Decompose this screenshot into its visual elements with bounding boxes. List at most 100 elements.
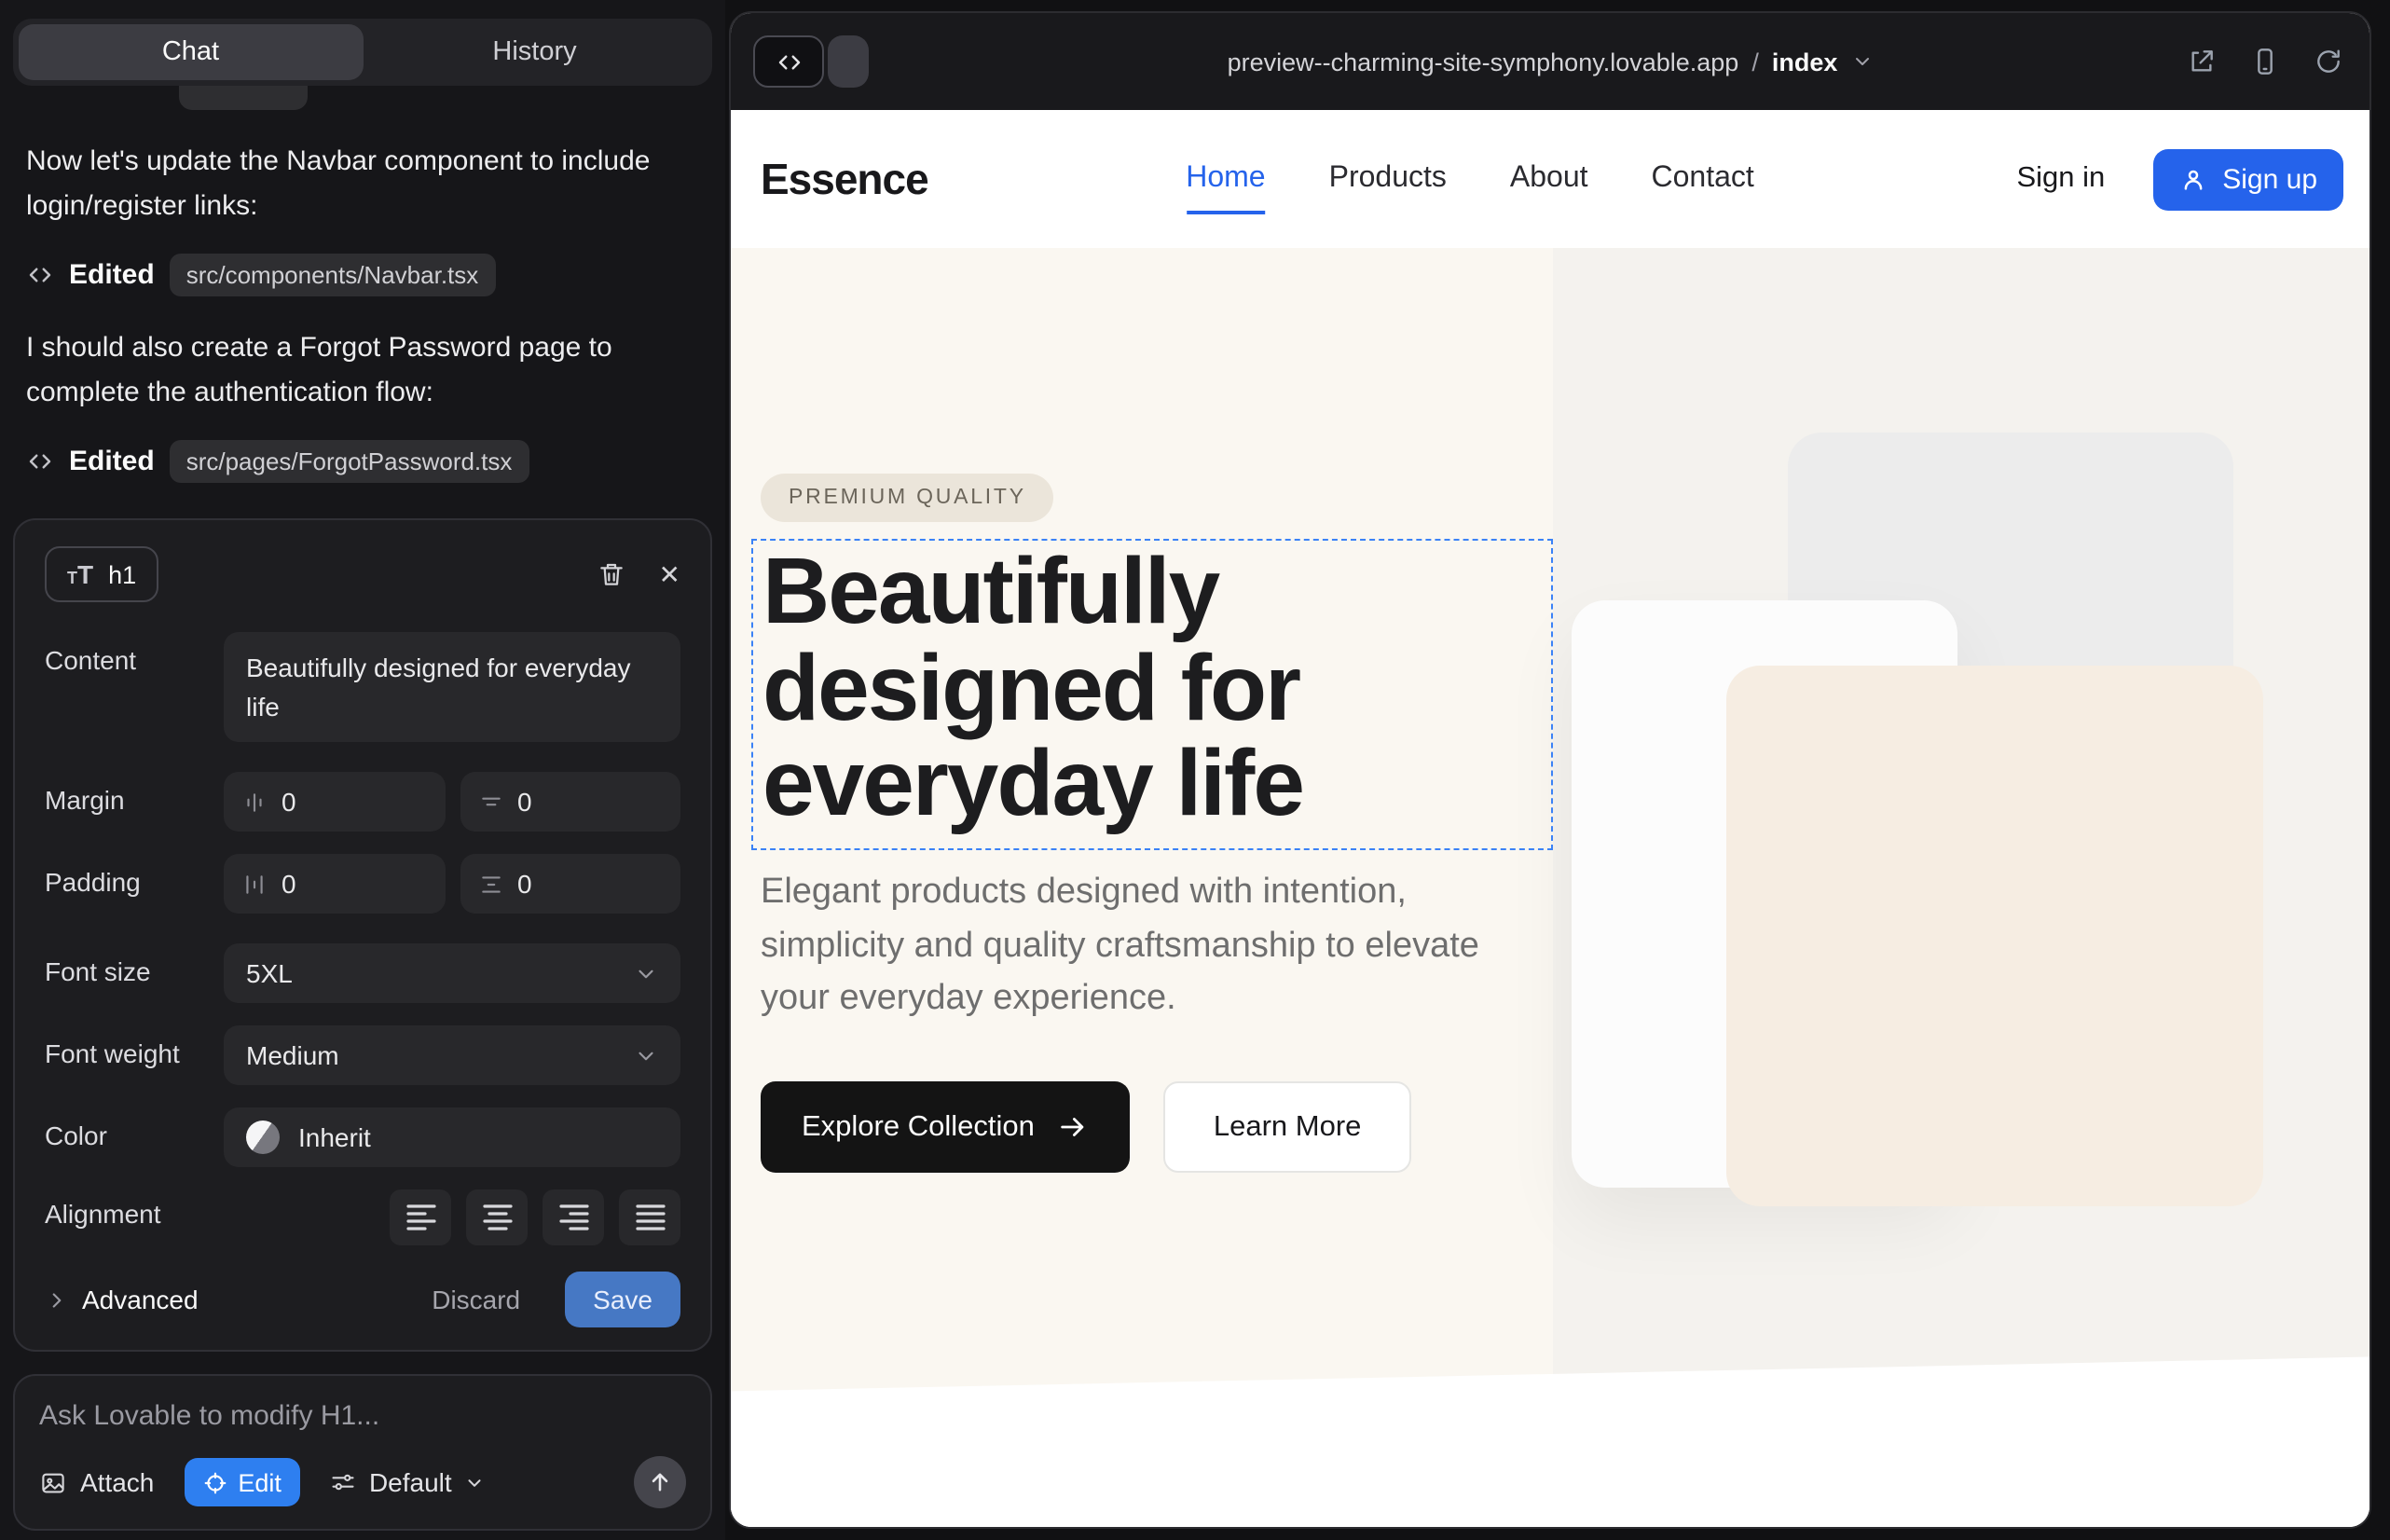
composer-toolbar: Attach Edit Default [39,1456,686,1508]
color-swatch-icon [246,1121,280,1154]
preview-area: preview--charming-site-symphony.lovable.… [725,0,2390,1540]
selected-element-tag[interactable]: TT h1 [45,547,158,603]
arrow-right-icon [1057,1111,1089,1143]
content-row: Content Beautifully designed for everyda… [45,633,680,742]
sign-up-button[interactable]: Sign up [2153,148,2343,210]
margin-vertical-icon [478,790,502,814]
nav-link-about[interactable]: About [1510,162,1588,196]
align-left-icon [405,1204,435,1231]
cta-primary-label: Explore Collection [802,1110,1035,1144]
close-icon: ✕ [659,559,680,591]
edit-mode-button[interactable]: Edit [184,1458,300,1506]
browser-bar: preview--charming-site-symphony.lovable.… [731,13,2369,110]
brand-logo[interactable]: Essence [761,154,928,204]
content-textarea[interactable]: Beautifully designed for everyday life [224,633,680,742]
url-separator: / [1751,48,1759,76]
attach-label: Attach [80,1467,154,1497]
advanced-label: Advanced [82,1285,199,1314]
composer-input[interactable]: Ask Lovable to modify H1... [39,1400,686,1432]
color-select[interactable]: Inherit [224,1107,680,1167]
sign-up-label: Sign up [2222,163,2317,195]
padding-horizontal-icon [242,872,267,896]
chevron-down-icon [1850,50,1873,73]
mobile-view-button[interactable] [2250,47,2280,76]
trash-icon [598,560,627,590]
model-default-button[interactable]: Default [330,1467,486,1497]
toggle-handle[interactable] [828,35,869,88]
editor-footer: Advanced Discard Save [45,1272,680,1327]
padding-label: Padding [45,854,224,914]
phone-icon [2250,47,2280,76]
padding-x-input[interactable] [282,869,426,899]
save-button[interactable]: Save [565,1272,680,1327]
chevron-down-icon [465,1472,486,1492]
tab-chat[interactable]: Chat [19,24,363,80]
align-right-icon [558,1204,588,1231]
arrow-up-icon [647,1469,673,1495]
text-size-icon: TT [67,562,93,588]
font-weight-select[interactable]: Medium [224,1025,680,1085]
learn-more-button[interactable]: Learn More [1163,1081,1412,1173]
margin-horizontal-icon [242,790,267,814]
open-external-button[interactable] [2187,47,2217,76]
hero-bottom-curve [731,1355,2369,1527]
hero-heading[interactable]: Beautifully designed for everyday life [762,544,1551,832]
margin-y-field [460,772,680,832]
color-row: Color Inherit [45,1107,680,1167]
open-external-icon [2187,47,2217,76]
attach-button[interactable]: Attach [39,1467,154,1497]
refresh-button[interactable] [2314,47,2343,76]
align-justify-button[interactable] [619,1189,680,1245]
discard-button[interactable]: Discard [420,1283,531,1316]
nav-link-home[interactable]: Home [1186,162,1265,214]
stage: Chat History Now let's update the Navbar… [0,0,2390,1540]
advanced-toggle[interactable]: Advanced [45,1285,199,1314]
font-weight-label: Font weight [45,1025,224,1085]
margin-y-input[interactable] [517,787,662,817]
explore-collection-button[interactable]: Explore Collection [761,1081,1130,1173]
nav-link-products[interactable]: Products [1329,162,1447,196]
edit-label: Edit [238,1468,282,1496]
edited-file-row: Edited src/components/Navbar.tsx [26,254,699,296]
close-editor-button[interactable]: ✕ [659,559,680,591]
font-size-label: Font size [45,943,224,1003]
quality-badge: PREMIUM QUALITY [761,474,1054,522]
chevron-right-icon [45,1287,69,1312]
align-right-button[interactable] [543,1189,604,1245]
align-left-button[interactable] [390,1189,451,1245]
send-button[interactable] [634,1456,686,1508]
tab-history[interactable]: History [363,24,707,80]
delete-element-button[interactable] [598,560,627,590]
auth-actions: Sign in Sign up [2016,148,2343,210]
element-tag-label: h1 [108,561,136,589]
padding-x-field [224,854,445,914]
url-breadcrumb[interactable]: preview--charming-site-symphony.lovable.… [1228,48,1874,76]
code-view-toggle[interactable] [753,35,869,88]
edited-label: Edited [69,446,155,477]
file-badge[interactable]: src/pages/ForgotPassword.tsx [170,440,529,483]
font-size-select[interactable]: 5XL [224,943,680,1003]
editor-header: TT h1 ✕ [45,547,680,603]
margin-row: Margin [45,772,680,832]
code-icon [26,447,54,475]
sign-in-link[interactable]: Sign in [2016,162,2105,196]
nav-links: Home Products About Contact [1186,162,1754,196]
margin-x-field [224,772,445,832]
padding-y-input[interactable] [517,869,662,899]
margin-x-input[interactable] [282,787,426,817]
selected-h1-outline[interactable]: Beautifully designed for everyday life [751,539,1553,849]
color-value: Inherit [298,1122,371,1152]
content-label: Content [45,633,224,742]
padding-row: Padding [45,854,680,914]
nav-link-contact[interactable]: Contact [1652,162,1754,196]
code-icon [26,261,54,289]
alignment-label: Alignment [45,1189,224,1245]
site-preview: Essence Home Products About Contact Sign… [731,110,2369,1527]
default-label: Default [369,1467,452,1497]
chat-message: I should also create a Forgot Password p… [26,326,682,416]
chat-message-list[interactable]: Now let's update the Navbar component to… [0,86,725,504]
file-badge[interactable]: src/components/Navbar.tsx [170,254,496,296]
page-name: index [1772,48,1838,76]
hero-cta-row: Explore Collection Learn More [761,1081,1411,1173]
align-center-button[interactable] [466,1189,528,1245]
